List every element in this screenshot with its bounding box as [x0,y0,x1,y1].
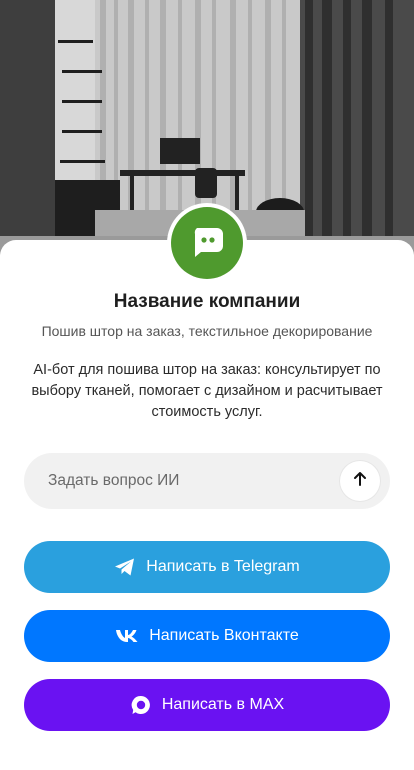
telegram-icon [114,557,136,577]
company-name: Название компании [113,291,301,312]
max-button-label: Написать в MAX [161,696,285,713]
max-button[interactable]: Написать в MAX [24,679,390,731]
vk-button[interactable]: Написать Вконтакте [24,610,390,662]
telegram-button[interactable]: Написать в Telegram [24,541,390,593]
ask-ai-input[interactable] [24,472,340,490]
ask-ai-box [24,453,390,509]
company-avatar [167,203,247,283]
company-description: AI-бот для пошива штор на заказ: консуль… [31,362,383,420]
arrow-up-icon [351,470,369,493]
company-tagline: Пошив штор на заказ, текстильное декорир… [41,323,373,339]
chat-bot-icon [189,223,225,264]
max-icon [130,694,152,716]
vk-icon [115,629,139,643]
send-button[interactable] [340,461,380,501]
telegram-button-label: Написать в Telegram [146,558,300,575]
vk-button-label: Написать Вконтакте [149,627,299,644]
